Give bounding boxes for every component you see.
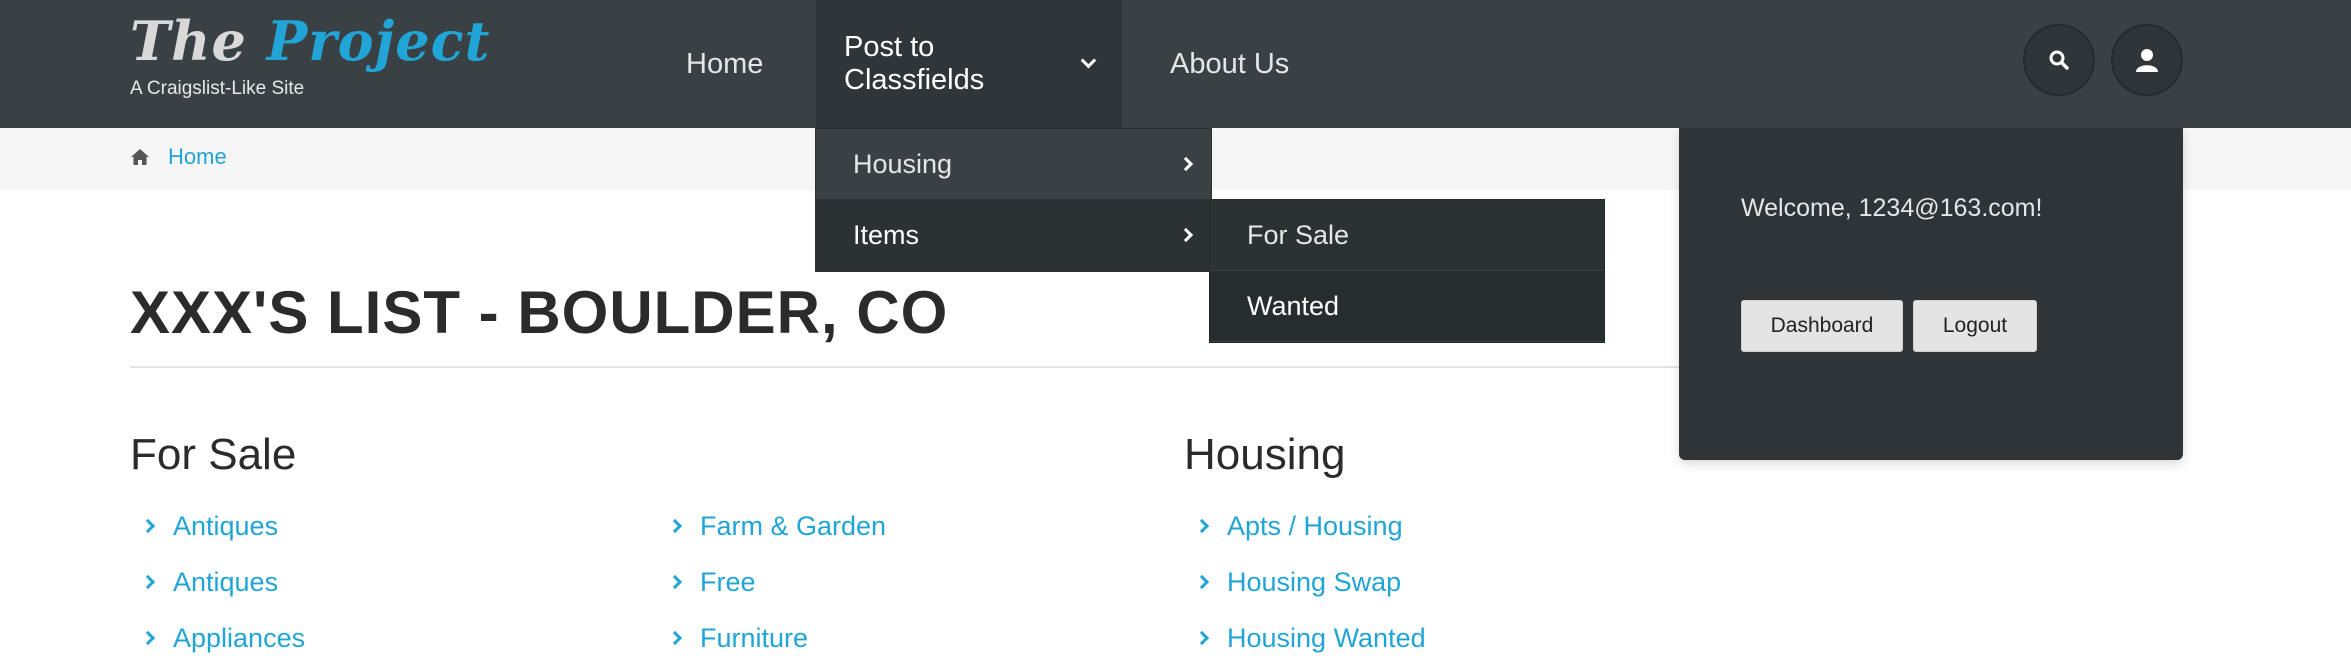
- logo-text-part2: Project: [266, 9, 491, 73]
- welcome-message: Welcome, 1234@163.com!: [1741, 194, 2043, 222]
- search-button[interactable]: [2023, 24, 2095, 96]
- logout-button[interactable]: Logout: [1913, 300, 2037, 352]
- page: The Project A Craigslist-Like Site Home …: [0, 0, 2351, 669]
- logo-text: The Project: [130, 8, 490, 74]
- chevron-right-icon: [667, 518, 683, 534]
- nav-home[interactable]: Home: [658, 0, 791, 128]
- submenu-item-wanted[interactable]: Wanted: [1210, 271, 1604, 342]
- category-link-label: Farm & Garden: [700, 510, 887, 541]
- post-dropdown-menu: Housing Items: [815, 128, 1212, 272]
- chevron-down-icon: [1081, 52, 1097, 68]
- user-button[interactable]: [2111, 24, 2183, 96]
- logo-text-part1: The: [130, 9, 267, 73]
- nav-about-label: About Us: [1170, 47, 1290, 80]
- site-tagline: A Craigslist-Like Site: [130, 78, 305, 99]
- page-title: XXX'S LIST - BOULDER, CO: [130, 279, 949, 346]
- nav-home-label: Home: [686, 47, 764, 80]
- category-link-appliances[interactable]: Appliances: [140, 620, 306, 656]
- items-submenu: For Sale Wanted: [1209, 199, 1605, 343]
- category-link-antiques[interactable]: Antiques: [140, 508, 279, 544]
- chevron-right-icon: [140, 518, 156, 534]
- chevron-right-icon: [1194, 630, 1210, 646]
- chevron-right-icon: [1194, 518, 1210, 534]
- nav-about-us[interactable]: About Us: [1142, 0, 1317, 128]
- category-link-label: Apts / Housing: [1227, 510, 1403, 541]
- category-link-label: Free: [700, 566, 756, 597]
- chevron-right-icon: [1178, 156, 1194, 172]
- category-link-antiques-2[interactable]: Antiques: [140, 564, 279, 600]
- title-divider: [130, 366, 1680, 368]
- category-link-apts-housing[interactable]: Apts / Housing: [1194, 508, 1403, 544]
- section-heading-housing: Housing: [1184, 430, 1346, 479]
- chevron-right-icon: [667, 574, 683, 590]
- menu-item-housing[interactable]: Housing: [816, 129, 1211, 200]
- category-link-label: Furniture: [700, 622, 809, 653]
- category-link-housing-wanted[interactable]: Housing Wanted: [1194, 620, 1426, 656]
- menu-item-label: Items: [853, 219, 920, 250]
- dashboard-button[interactable]: Dashboard: [1741, 300, 1903, 352]
- category-link-label: Housing Swap: [1227, 566, 1402, 597]
- submenu-item-for-sale[interactable]: For Sale: [1210, 200, 1604, 271]
- nav-post-to-classfields[interactable]: Post to Classfields: [816, 0, 1122, 128]
- chevron-right-icon: [667, 630, 683, 646]
- breadcrumb-home-link[interactable]: Home: [168, 144, 227, 170]
- site-logo[interactable]: The Project A Craigslist-Like Site: [130, 8, 490, 100]
- search-icon: [2049, 50, 2069, 70]
- menu-item-items[interactable]: Items: [816, 200, 1211, 271]
- category-link-label: Antiques: [173, 566, 279, 597]
- user-icon: [2136, 49, 2158, 72]
- chevron-right-icon: [140, 574, 156, 590]
- category-link-farm-garden[interactable]: Farm & Garden: [667, 508, 887, 544]
- chevron-right-icon: [1178, 227, 1194, 243]
- category-link-label: Housing Wanted: [1227, 622, 1426, 653]
- category-link-furniture[interactable]: Furniture: [667, 620, 809, 656]
- menu-item-label: Housing: [853, 148, 953, 179]
- breadcrumb: Home: [130, 144, 227, 170]
- category-link-housing-swap[interactable]: Housing Swap: [1194, 564, 1402, 600]
- category-link-free[interactable]: Free: [667, 564, 756, 600]
- top-navbar: The Project A Craigslist-Like Site Home …: [0, 0, 2351, 128]
- category-link-label: Appliances: [173, 622, 306, 653]
- user-dropdown-panel: Welcome, 1234@163.com! Dashboard Logout: [1679, 128, 2183, 460]
- submenu-item-label: For Sale: [1247, 219, 1350, 250]
- submenu-item-label: Wanted: [1247, 290, 1340, 321]
- nav-post-label: Post to Classfields: [844, 31, 985, 96]
- section-heading-for-sale: For Sale: [130, 430, 297, 479]
- chevron-right-icon: [140, 630, 156, 646]
- home-icon: [130, 148, 150, 166]
- category-link-label: Antiques: [173, 510, 279, 541]
- chevron-right-icon: [1194, 574, 1210, 590]
